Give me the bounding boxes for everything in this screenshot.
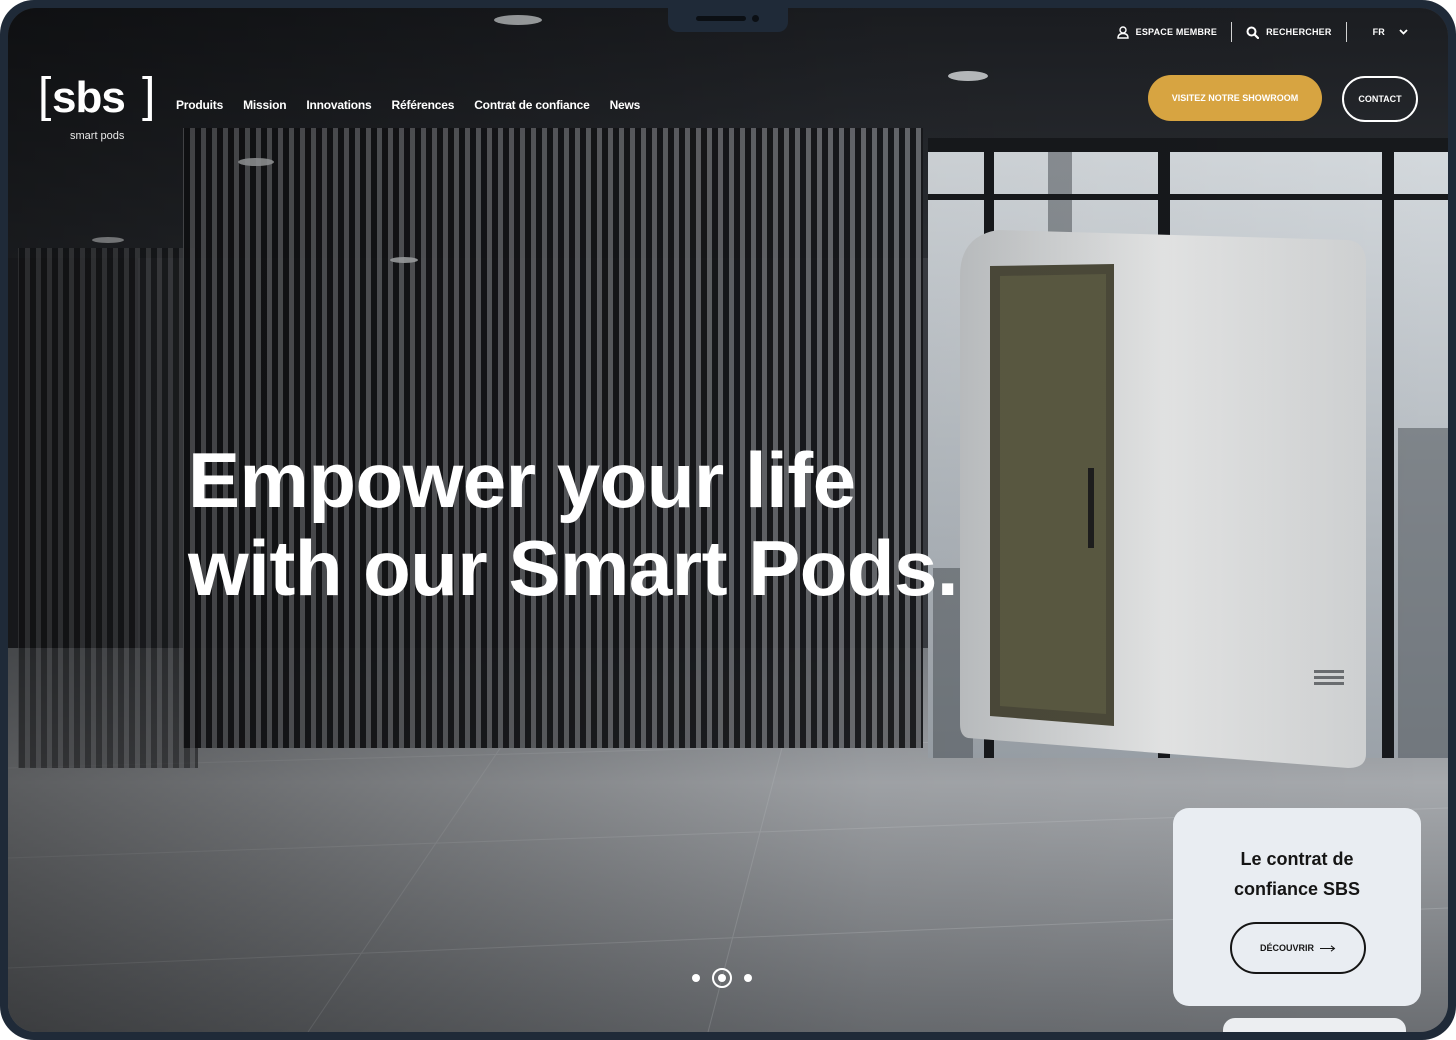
utility-bar: ESPACE MEMBRE RECHERCHER FR	[1103, 22, 1408, 42]
nav-item-references[interactable]: Références	[392, 98, 455, 112]
card-title: Le contrat de confiance SBS	[1173, 844, 1421, 904]
main-nav: Produits Mission Innovations Références …	[176, 98, 640, 112]
hero-headline-line2: with our Smart Pods.	[188, 524, 959, 612]
logo-bracket-left: [	[38, 69, 52, 122]
slider-dot-3[interactable]	[744, 974, 752, 982]
device-notch	[668, 0, 788, 32]
search-icon	[1246, 26, 1260, 39]
logo-subtitle: smart pods	[70, 130, 125, 142]
hero-headline: Empower your life with our Smart Pods.	[188, 436, 959, 612]
member-area-link[interactable]: ESPACE MEMBRE	[1103, 25, 1231, 39]
card-title-line2: confiance SBS	[1233, 879, 1361, 899]
visit-showroom-button[interactable]: VISITEZ NOTRE SHOWROOM	[1148, 75, 1322, 121]
logo-bracket-right: ]	[142, 69, 156, 122]
nav-item-contrat-de-confiance[interactable]: Contrat de confiance	[474, 98, 590, 112]
contact-button[interactable]: CONTACT	[1342, 76, 1418, 122]
slider-dot-1[interactable]	[692, 974, 700, 982]
slider-dot-2-active[interactable]	[712, 968, 732, 988]
language-value: FR	[1372, 27, 1385, 37]
device-frame: ESPACE MEMBRE RECHERCHER FR [ sbs ] smar…	[0, 0, 1456, 1040]
notch-bar	[696, 16, 746, 21]
discover-button[interactable]: DÉCOUVRIR	[1230, 922, 1366, 974]
search-label: RECHERCHER	[1266, 27, 1332, 37]
hero-headline-line1: Empower your life	[188, 436, 856, 524]
logo-word: sbs	[52, 73, 126, 122]
nav-item-innovations[interactable]: Innovations	[306, 98, 371, 112]
slider-pagination	[692, 968, 752, 988]
chevron-down-icon	[1399, 29, 1408, 35]
camera-dot	[752, 15, 759, 22]
nav-item-news[interactable]: News	[610, 98, 641, 112]
language-selector[interactable]: FR	[1347, 27, 1408, 37]
discover-button-label: DÉCOUVRIR	[1259, 943, 1314, 953]
search-link[interactable]: RECHERCHER	[1232, 26, 1346, 39]
secondary-card-peek	[1223, 1018, 1406, 1032]
utility-divider	[1345, 22, 1347, 42]
trust-contract-card: Le contrat de confiance SBS DÉCOUVRIR	[1173, 808, 1421, 1006]
utility-divider	[1231, 22, 1233, 42]
card-title-line1: Le contrat de	[1240, 849, 1354, 869]
nav-item-produits[interactable]: Produits	[176, 98, 223, 112]
arrow-right-icon	[1320, 944, 1336, 952]
browser-viewport: ESPACE MEMBRE RECHERCHER FR [ sbs ] smar…	[8, 8, 1448, 1032]
member-area-label: ESPACE MEMBRE	[1135, 27, 1218, 37]
nav-item-mission[interactable]: Mission	[243, 98, 286, 112]
sbs-logo[interactable]: [ sbs ] smart pods	[38, 68, 162, 148]
user-icon	[1116, 25, 1129, 39]
